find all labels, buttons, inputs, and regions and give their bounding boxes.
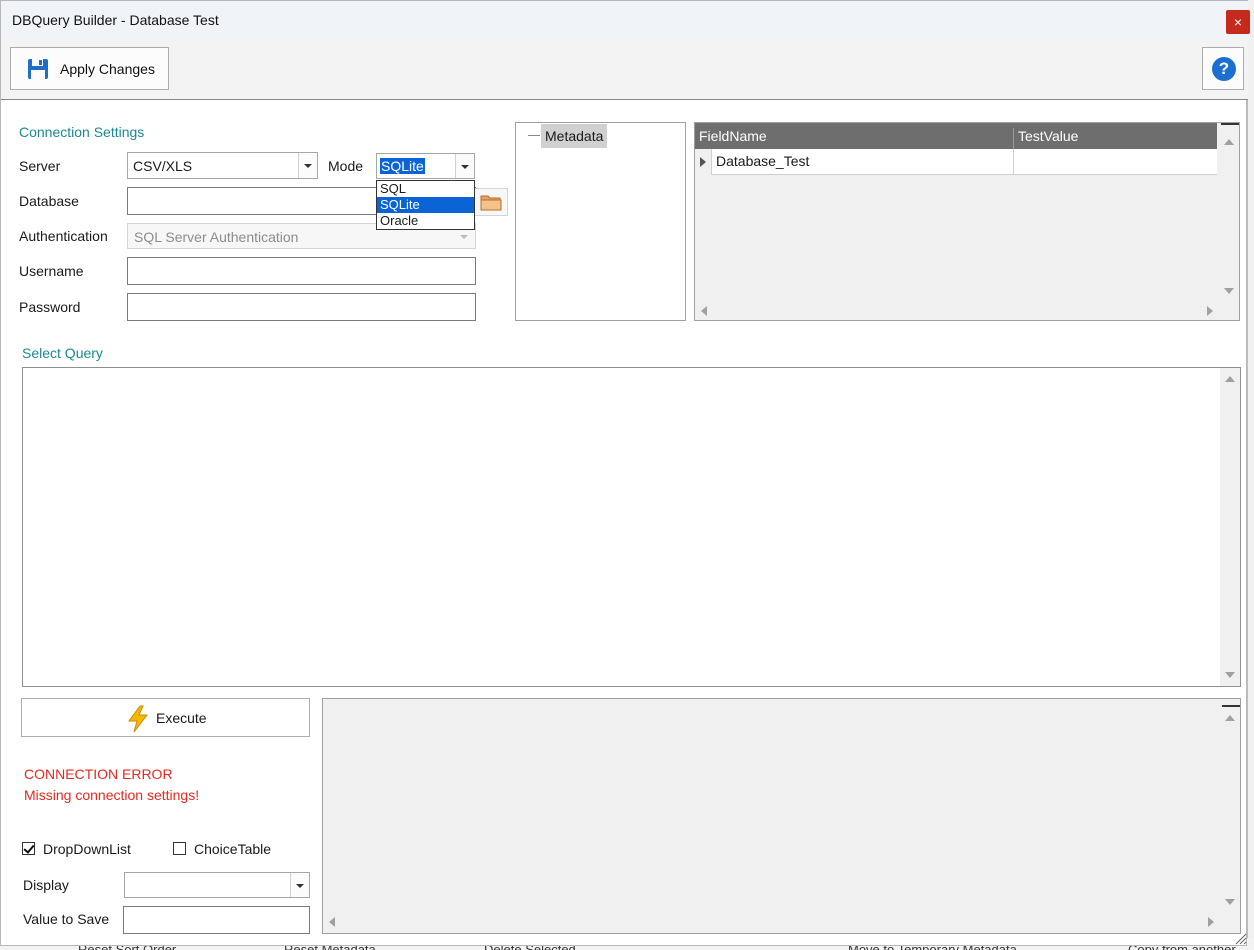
scroll-down-icon[interactable] [1225,899,1235,905]
table-row[interactable]: Database_Test [695,149,1217,175]
choicetable-checkbox[interactable] [173,842,186,855]
scroll-left-icon[interactable] [329,917,335,927]
grid-header: FieldName TestValue [695,123,1217,154]
results-panel[interactable] [322,698,1241,934]
grid-horizontal-scrollbar[interactable] [695,302,1219,320]
dropdownlist-label[interactable]: DropDownList [43,841,131,857]
server-value: CSV/XLS [133,158,193,174]
connection-settings-heading: Connection Settings [19,124,145,140]
column-header-testvalue[interactable]: TestValue [1018,128,1078,144]
username-field[interactable] [127,257,476,285]
display-label: Display [23,877,69,893]
password-field[interactable] [127,293,476,321]
query-vertical-scrollbar[interactable] [1220,368,1240,686]
background-window-edge [1247,0,1254,950]
mode-option-oracle[interactable]: Oracle [377,213,474,229]
mode-option-sql[interactable]: SQL [377,181,474,197]
password-label: Password [19,299,81,315]
username-label: Username [19,263,84,279]
field-grid: FieldName TestValue Database_Test [694,122,1240,321]
toolbar: Apply Changes ? [1,39,1248,100]
cell-divider [1013,149,1014,175]
database-label: Database [19,193,79,209]
title-bar: DBQuery Builder - Database Test × [1,1,1250,39]
apply-changes-button[interactable]: Apply Changes [10,47,169,90]
metadata-tree[interactable]: Metadata [515,122,686,321]
chevron-down-icon [455,154,474,178]
row-indicator-icon [695,149,712,175]
window-title: DBQuery Builder - Database Test [12,12,219,28]
help-icon: ? [1212,57,1236,81]
tree-node-metadata[interactable]: Metadata [541,124,608,148]
scroll-down-icon[interactable] [1225,672,1235,678]
chevron-down-icon [290,873,309,897]
connection-error-message: Missing connection settings! [24,787,200,803]
mode-select[interactable]: SQLite [376,153,475,179]
authentication-label: Authentication [19,228,108,244]
tree-connector [528,135,540,136]
mode-label: Mode [328,158,364,174]
choicetable-label[interactable]: ChoiceTable [194,841,271,857]
display-select[interactable] [124,872,310,898]
connection-error-title: CONNECTION ERROR [24,766,173,782]
field-name-cell[interactable]: Database_Test [716,153,809,169]
save-icon [28,59,48,79]
scroll-right-icon[interactable] [1208,917,1214,927]
chevron-down-icon [298,153,317,178]
value-to-save-field[interactable] [123,906,310,934]
resize-grip-icon[interactable] [1233,931,1247,945]
value-to-save-label: Value to Save [23,911,110,927]
lightning-icon [128,705,149,733]
column-header-fieldname[interactable]: FieldName [699,128,767,144]
scroll-up-icon[interactable] [1225,715,1235,721]
mode-dropdown-list: SQL SQLite Oracle [376,180,475,230]
server-select[interactable]: CSV/XLS [127,152,318,179]
select-query-heading: Select Query [22,345,103,361]
scroll-right-icon[interactable] [1207,306,1213,316]
server-label: Server [19,158,61,174]
close-button[interactable]: × [1226,10,1250,34]
scroll-up-icon[interactable] [1224,139,1234,145]
scroll-down-icon[interactable] [1224,288,1234,294]
results-horizontal-scrollbar[interactable] [323,913,1220,931]
scroll-left-icon[interactable] [701,306,707,316]
scroll-up-icon[interactable] [1225,376,1235,382]
select-query-editor[interactable] [22,367,1241,687]
folder-icon [480,195,502,211]
apply-changes-label: Apply Changes [60,61,155,77]
execute-button[interactable]: Execute [21,698,310,737]
dbquery-builder-window: DBQuery Builder - Database Test × Apply … [0,0,1250,946]
results-vertical-scrollbar[interactable] [1220,699,1240,913]
authentication-value: SQL Server Authentication [134,229,299,245]
execute-label: Execute [156,710,207,726]
splitter-grip [1222,705,1240,710]
splitter-grip [1221,123,1239,128]
help-button[interactable]: ? [1202,47,1244,90]
grid-vertical-scrollbar[interactable] [1219,123,1239,302]
mode-option-sqlite[interactable]: SQLite [377,197,474,213]
browse-database-button[interactable] [474,188,508,216]
dropdownlist-checkbox[interactable] [22,842,35,855]
mode-value: SQLite [380,158,425,174]
